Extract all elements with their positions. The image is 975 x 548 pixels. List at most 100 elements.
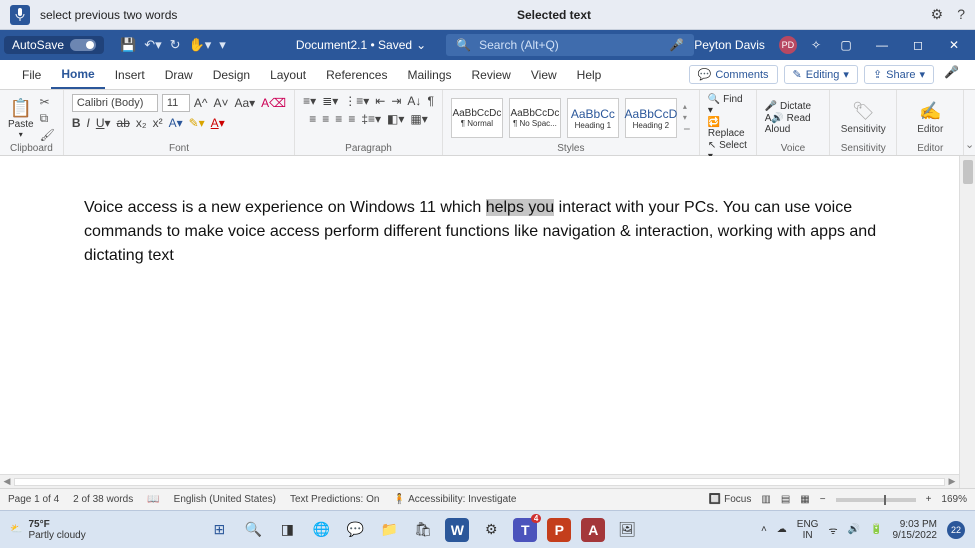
share-button[interactable]: ⇪ Share ▾ [864,65,934,84]
photos-icon[interactable]: 🖼 [615,518,639,542]
align-left-icon[interactable]: ≡ [309,112,316,126]
tab-design[interactable]: Design [203,60,260,89]
highlight-button[interactable]: ✎▾ [189,116,205,130]
touch-mode-icon[interactable]: ✋▾ [189,37,212,53]
tab-draw[interactable]: Draw [155,60,203,89]
style-nospacing[interactable]: AaBbCcDc¶ No Spac... [509,98,561,138]
style-heading1[interactable]: AaBbCcHeading 1 [567,98,619,138]
cut-icon[interactable]: ✂ [40,95,55,109]
justify-icon[interactable]: ≡ [348,112,355,126]
view-print-icon[interactable]: ▤ [781,494,790,505]
ribbon-display-icon[interactable]: ▢ [835,38,857,52]
tray-overflow-icon[interactable]: ˄ [761,524,767,535]
horizontal-scrollbar[interactable]: ◀ ▶ [0,474,959,488]
search-taskbar-icon[interactable]: 🔍 [241,518,265,542]
style-heading2[interactable]: AaBbCcDHeading 2 [625,98,677,138]
status-predictions[interactable]: Text Predictions: On [290,494,379,505]
editor-button[interactable]: ✍Editor [905,101,955,135]
zoom-slider[interactable] [836,498,916,502]
underline-button[interactable]: U▾ [96,116,111,130]
shading-icon[interactable]: ◧▾ [387,112,404,126]
save-icon[interactable]: 💾 [120,37,136,53]
maximize-button[interactable]: ◻ [907,38,929,52]
redo-icon[interactable]: ↻ [170,37,181,53]
show-marks-icon[interactable]: ¶ [427,94,433,108]
align-right-icon[interactable]: ≡ [335,112,342,126]
volume-icon[interactable]: 🔊 [848,524,860,535]
user-avatar[interactable]: PD [779,36,797,54]
view-web-icon[interactable]: ▦ [800,494,809,505]
scrollbar-thumb[interactable] [963,160,973,184]
tab-review[interactable]: Review [462,60,521,89]
subscript-button[interactable]: x₂ [136,116,147,130]
autosave-switch[interactable] [70,39,96,51]
scroll-track[interactable] [14,478,945,486]
language-indicator[interactable]: ENGIN [797,519,819,541]
borders-icon[interactable]: ▦▾ [410,112,427,126]
customize-qat-icon[interactable]: ▾ [219,37,226,53]
zoom-in-icon[interactable]: + [926,494,932,505]
multilevel-icon[interactable]: ⋮≡▾ [344,94,369,108]
teams-icon[interactable]: T [513,518,537,542]
search-box[interactable]: 🔍 Search (Alt+Q) 🎤 [446,34,694,56]
clock[interactable]: 9:03 PM 9/15/2022 [893,519,938,541]
change-case-icon[interactable]: Aa▾ [234,96,255,110]
tab-file[interactable]: File [12,60,51,89]
settings-taskbar-icon[interactable]: ⚙ [479,518,503,542]
weather-widget[interactable]: ⛅ 75°F Partly cloudy [10,519,86,541]
focus-mode[interactable]: 🔲 Focus [709,494,751,505]
wifi-icon[interactable]: ᯤ [828,523,837,537]
align-center-icon[interactable]: ≡ [322,112,329,126]
superscript-button[interactable]: x² [153,116,163,130]
minimize-button[interactable]: — [871,38,893,52]
clear-format-icon[interactable]: A⌫ [261,96,286,110]
italic-button[interactable]: I [86,116,89,130]
taskview-icon[interactable]: ◨ [275,518,299,542]
find-button[interactable]: 🔍 Find ▾ [708,94,748,116]
close-button[interactable]: ✕ [943,38,965,52]
bullets-icon[interactable]: ≡▾ [303,94,316,108]
styles-scroll[interactable]: ▴▾＝ [683,102,691,135]
increase-indent-icon[interactable]: ⇥ [391,94,401,108]
scroll-right-icon[interactable]: ▶ [945,476,959,487]
start-icon[interactable]: ⊞ [207,518,231,542]
copy-icon[interactable]: ⧉ [40,111,55,126]
user-name[interactable]: Peyton Davis [694,38,765,52]
view-read-icon[interactable]: ▥ [761,494,770,505]
access-icon[interactable]: A [581,518,605,542]
zoom-out-icon[interactable]: − [820,494,826,505]
replace-button[interactable]: 🔁 Replace [708,117,748,139]
status-words[interactable]: 2 of 38 words [73,494,133,505]
status-spell-icon[interactable]: 📖 [147,494,159,505]
strike-button[interactable]: ab [117,116,130,130]
tab-mailings[interactable]: Mailings [397,60,461,89]
autosave-toggle[interactable]: AutoSave [4,36,104,54]
help-icon[interactable]: ? [957,6,965,23]
bold-button[interactable]: B [72,116,81,130]
editing-mode-button[interactable]: ✎ Editing ▾ [784,65,858,84]
vertical-scrollbar[interactable] [959,156,975,488]
tab-layout[interactable]: Layout [260,60,316,89]
document-body[interactable]: Voice access is a new experience on Wind… [84,196,891,268]
read-aloud-button[interactable]: A🔊 Read Aloud [765,113,822,135]
comments-button[interactable]: 💬 Comments [689,65,778,84]
font-size-select[interactable]: 11 [162,94,190,112]
document-area[interactable]: Voice access is a new experience on Wind… [0,156,975,488]
status-accessibility[interactable]: 🧍 Accessibility: Investigate [393,494,516,505]
numbering-icon[interactable]: ≣▾ [322,94,338,108]
paste-button[interactable]: 📋 Paste ▾ [8,98,34,139]
line-spacing-icon[interactable]: ‡≡▾ [361,112,381,126]
tab-insert[interactable]: Insert [105,60,155,89]
explorer-icon[interactable]: 📁 [377,518,401,542]
chat-icon[interactable]: 💬 [343,518,367,542]
settings-icon[interactable]: ⚙ [931,6,944,23]
dictate-button[interactable]: 🎤 Dictate [765,101,822,112]
edge-icon[interactable]: 🌐 [309,518,333,542]
word-icon[interactable]: W [445,518,469,542]
status-language[interactable]: English (United States) [174,494,276,505]
document-name[interactable]: Document2.1 • Saved ⌄ [296,38,426,52]
font-family-select[interactable]: Calibri (Body) [72,94,158,112]
tab-help[interactable]: Help [567,60,612,89]
undo-icon[interactable]: ↶▾ [144,37,161,53]
coming-soon-icon[interactable]: ✧ [811,38,821,52]
